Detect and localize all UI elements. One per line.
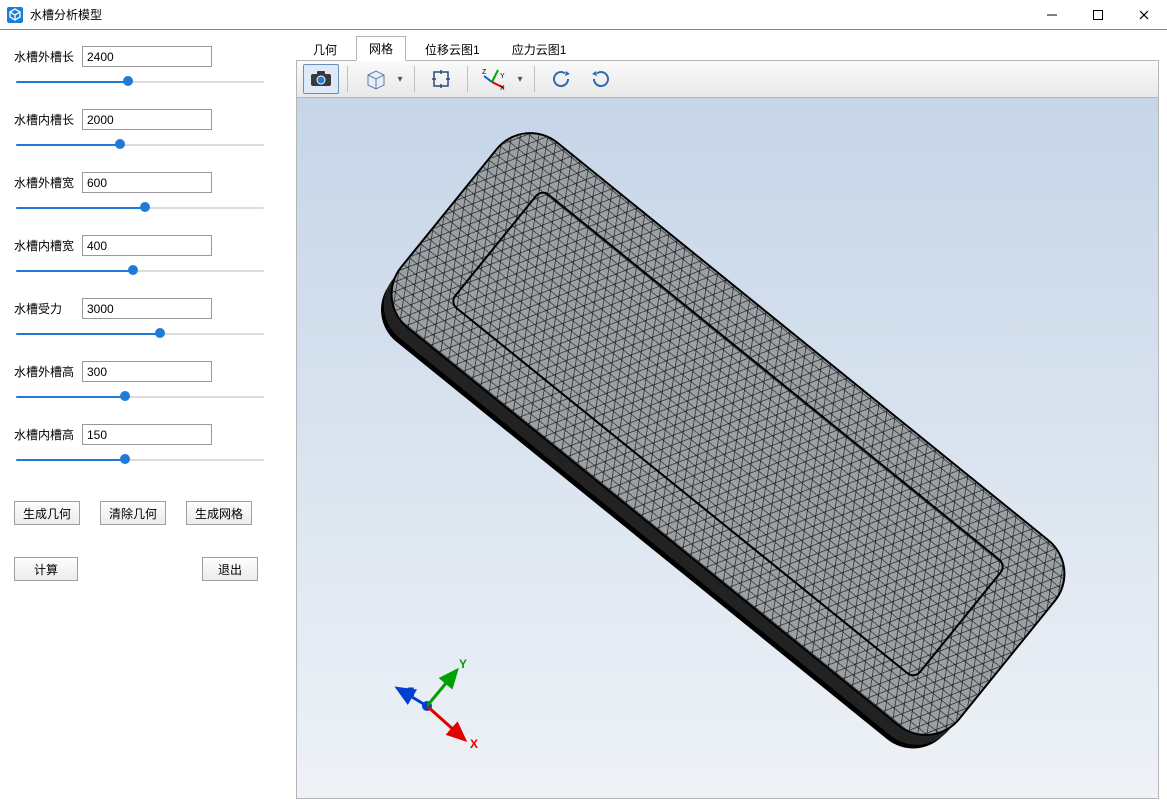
minimize-button[interactable] [1029,0,1075,29]
maximize-button[interactable] [1075,0,1121,29]
tab-stress[interactable]: 应力云图1 [499,37,580,61]
param-slider-inner-height[interactable] [16,451,264,469]
toolbar-separator [534,66,535,92]
cube-icon [362,68,386,90]
tab-geometry[interactable]: 几何 [300,37,350,61]
param-input-inner-width[interactable] [82,235,212,256]
axes-orient-dropdown[interactable]: ▾ [514,74,526,85]
param-input-inner-length[interactable] [82,109,212,130]
generate-geometry-button[interactable]: 生成几何 [14,501,80,525]
param-slider-force[interactable] [16,325,264,343]
param-slider-outer-height[interactable] [16,388,264,406]
param-slider-inner-length[interactable] [16,136,264,154]
axes-orient-button[interactable]: Y Z X [476,64,512,94]
rotate-ccw-button[interactable] [543,64,579,94]
param-input-outer-length[interactable] [82,46,212,67]
parameter-panel: 水槽外槽长 水槽内槽长 水槽外槽宽 [0,30,290,807]
param-slider-outer-length[interactable] [16,73,264,91]
param-label: 水槽内槽高 [14,426,74,443]
generate-mesh-button[interactable]: 生成网格 [186,501,252,525]
action-row-2: 计算 退出 [14,557,276,581]
param-input-force[interactable] [82,298,212,319]
rotate-ccw-icon [550,69,572,89]
svg-text:X: X [500,85,505,90]
param-outer-height: 水槽外槽高 [14,361,276,406]
viewer-toolbar: ▾ Y Z X [297,61,1158,98]
viewcube-button[interactable] [356,64,392,94]
tab-mesh[interactable]: 网格 [356,36,406,61]
titlebar: 水槽分析模型 [0,0,1167,30]
mesh-viewport[interactable]: X Y Z [297,98,1158,798]
param-label: 水槽内槽长 [14,111,74,128]
app-icon [6,6,24,24]
param-label: 水槽外槽宽 [14,174,74,191]
tab-displacement[interactable]: 位移云图1 [412,37,493,61]
param-label: 水槽内槽宽 [14,237,74,254]
viewer-frame: ▾ Y Z X [296,60,1159,799]
param-inner-width: 水槽内槽宽 [14,235,276,280]
svg-text:Y: Y [500,73,505,80]
param-slider-inner-width[interactable] [16,262,264,280]
view-tabs: 几何 网格 位移云图1 应力云图1 [296,36,1159,60]
viewcube-dropdown[interactable]: ▾ [394,74,406,85]
screenshot-button[interactable] [303,64,339,94]
param-input-outer-height[interactable] [82,361,212,382]
rotate-cw-button[interactable] [583,64,619,94]
param-input-inner-height[interactable] [82,424,212,445]
axis-triad: X Y Z [387,658,487,758]
svg-text:Z: Z [482,69,487,76]
axis-z-label: Z [407,685,414,699]
calculate-button[interactable]: 计算 [14,557,78,581]
param-label: 水槽受力 [14,300,74,317]
close-button[interactable] [1121,0,1167,29]
param-outer-length: 水槽外槽长 [14,46,276,91]
window-title: 水槽分析模型 [30,6,102,23]
axes-icon: Y Z X [482,68,506,90]
param-slider-outer-width[interactable] [16,199,264,217]
camera-icon [310,70,332,88]
axis-y-label: Y [459,658,467,671]
param-label: 水槽外槽高 [14,363,74,380]
param-force: 水槽受力 [14,298,276,343]
toolbar-separator [414,66,415,92]
axis-x-label: X [470,737,478,751]
fit-view-icon [430,69,452,89]
param-input-outer-width[interactable] [82,172,212,193]
fit-view-button[interactable] [423,64,459,94]
exit-button[interactable]: 退出 [202,557,258,581]
clear-geometry-button[interactable]: 清除几何 [100,501,166,525]
main-panel: 几何 网格 位移云图1 应力云图1 [290,30,1167,807]
param-label: 水槽外槽长 [14,48,74,65]
toolbar-separator [467,66,468,92]
action-row-1: 生成几何 清除几何 生成网格 [14,501,276,525]
toolbar-separator [347,66,348,92]
param-inner-length: 水槽内槽长 [14,109,276,154]
param-inner-height: 水槽内槽高 [14,424,276,469]
param-outer-width: 水槽外槽宽 [14,172,276,217]
rotate-cw-icon [590,69,612,89]
